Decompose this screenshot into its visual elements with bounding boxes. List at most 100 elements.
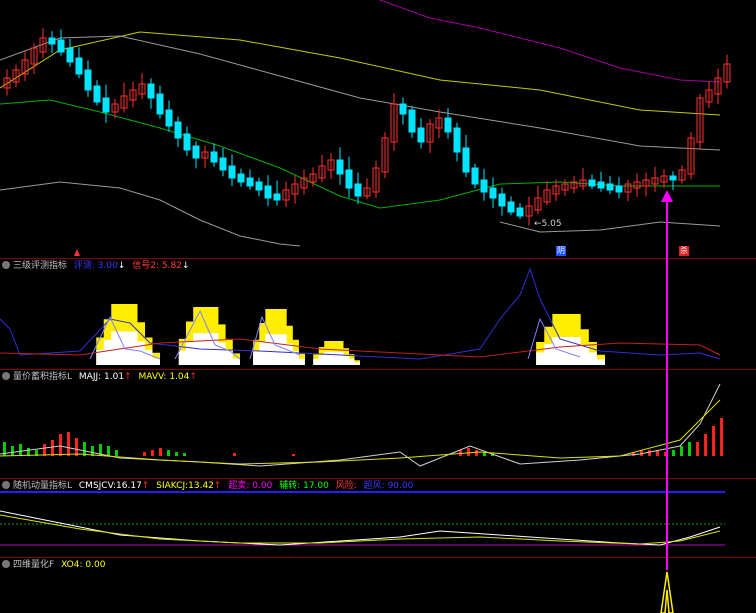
indicator-panel-4[interactable]: 四维量化F XO4: 0.00 <box>0 558 756 613</box>
green-volume-bar <box>680 446 683 456</box>
legend-item: SIAKCJ:13.42↑ <box>156 481 222 491</box>
candle-down <box>417 127 425 143</box>
legend-item: CMSJCV:16.17↑ <box>78 481 150 491</box>
tag-yin: 阴 <box>556 246 566 256</box>
panel-toggle-icon[interactable] <box>2 372 10 380</box>
candle-down <box>75 57 83 75</box>
candle-down <box>516 207 524 217</box>
red-volume-bar <box>143 452 146 456</box>
red-volume-bar <box>159 448 162 456</box>
panel-toggle-icon[interactable] <box>2 261 10 269</box>
red-volume-bar <box>292 454 295 456</box>
panel-toggle-icon[interactable] <box>2 560 10 568</box>
candlestick-chart[interactable] <box>0 0 756 258</box>
rating-indicator-chart <box>0 267 721 365</box>
candle-down <box>354 183 362 197</box>
legend-item: MAJJ: 1.01↑ <box>78 372 132 382</box>
red-volume-bar <box>467 448 470 456</box>
legend-item: 超卖: 0.00 <box>228 481 273 491</box>
legend-item: 信号2: 5.82↓ <box>132 261 190 271</box>
indicator-panel-1[interactable]: 三级评测指标 评测: 3.00↓ 信号2: 5.82↓ <box>0 259 756 369</box>
four-dimension-chart <box>0 558 756 613</box>
green-volume-bar <box>19 444 22 456</box>
indicator-name: 量价蓄积指标L <box>13 372 73 382</box>
indicator-panel-3[interactable]: 随机动量指标L CMSJCV:16.17↑ SIAKCJ:13.42↑ 超卖: … <box>0 479 756 557</box>
candle-down <box>669 175 677 181</box>
red-volume-bar <box>475 450 478 456</box>
candle-down <box>498 193 506 207</box>
legend-item: 评测: 3.00↓ <box>73 261 126 271</box>
green-volume-bar <box>11 446 14 456</box>
candle-down <box>210 151 218 163</box>
indicator-panel-2[interactable]: 量价蓄积指标L MAJJ: 1.01↑ MAVV: 1.04↑ <box>0 370 756 478</box>
green-volume-bar <box>115 450 118 456</box>
red-volume-bar <box>59 434 62 456</box>
candle-down <box>273 193 281 201</box>
candle-down <box>399 103 407 115</box>
red-volume-bar <box>704 434 707 456</box>
legend-item: XO4: 0.00 <box>61 560 106 570</box>
candle-down <box>588 179 596 187</box>
legend-item: 辅转: 17.00 <box>279 481 329 491</box>
moving-average-line <box>0 35 721 151</box>
red-volume-bar <box>151 450 154 456</box>
candle-down <box>615 185 623 193</box>
red-volume-bar <box>67 432 70 456</box>
indicator-name: 四维量化F <box>13 560 55 570</box>
green-volume-bar <box>183 453 186 456</box>
low-arrow-icon: ← <box>534 219 542 229</box>
candle-down <box>336 159 344 175</box>
candle-down <box>246 177 254 187</box>
candle-down <box>183 133 191 151</box>
candle-down <box>480 179 488 193</box>
red-volume-bar <box>720 418 723 456</box>
indicator-header-2: 量价蓄积指标L MAJJ: 1.01↑ MAVV: 1.04↑ <box>0 370 201 384</box>
up-arrow-icon <box>74 249 80 256</box>
candle-down <box>93 85 101 103</box>
legend-item: 风险: <box>335 481 357 491</box>
candle-down <box>165 109 173 127</box>
candle-down <box>48 37 56 45</box>
indicator-name: 三级评测指标 <box>13 261 68 271</box>
green-volume-bar <box>175 452 178 456</box>
green-volume-bar <box>107 446 110 456</box>
candle-down <box>84 69 92 91</box>
low-price-label: ←5.05 <box>534 219 562 229</box>
moving-average-line <box>499 221 721 233</box>
indicator-header-4: 四维量化F XO4: 0.00 <box>0 558 109 572</box>
candle-down <box>453 127 461 153</box>
candle-down <box>597 181 605 189</box>
indicator-header-1: 三级评测指标 评测: 3.00↓ 信号2: 5.82↓ <box>0 259 194 273</box>
indicator-header-3: 随机动量指标L CMSJCV:16.17↑ SIAKCJ:13.42↑ 超卖: … <box>0 479 417 493</box>
green-volume-bar <box>167 450 170 456</box>
red-volume-bar <box>712 426 715 456</box>
red-volume-bar <box>43 444 46 456</box>
main-chart-panel[interactable]: ←5.05 阴 杀 <box>0 0 756 258</box>
legend-item: MAVV: 1.04↑ <box>138 372 197 382</box>
candle-down <box>462 147 470 173</box>
candle-down <box>264 185 272 199</box>
red-volume-bar <box>648 450 651 456</box>
red-volume-bar <box>664 452 667 456</box>
panel-toggle-icon[interactable] <box>2 481 10 489</box>
candle-down <box>345 169 353 189</box>
red-volume-bar <box>75 438 78 456</box>
candle-down <box>237 173 245 183</box>
candle-down <box>156 93 164 115</box>
candle-down <box>255 181 263 191</box>
cmsjcv-line <box>0 510 721 546</box>
candle-down <box>471 167 479 185</box>
candle-down <box>219 157 227 171</box>
candle-down <box>228 165 236 179</box>
indicator-name: 随机动量指标L <box>13 481 73 491</box>
candle-down <box>408 109 416 133</box>
candle-down <box>507 201 515 213</box>
legend-item: 超风: 90.00 <box>363 481 414 491</box>
candle-down <box>147 83 155 99</box>
moving-average-line <box>379 0 721 83</box>
red-volume-bar <box>233 453 236 456</box>
candle-down <box>444 117 452 133</box>
candle-down <box>606 183 614 191</box>
candle-down <box>57 39 65 53</box>
candle-down <box>192 145 200 159</box>
